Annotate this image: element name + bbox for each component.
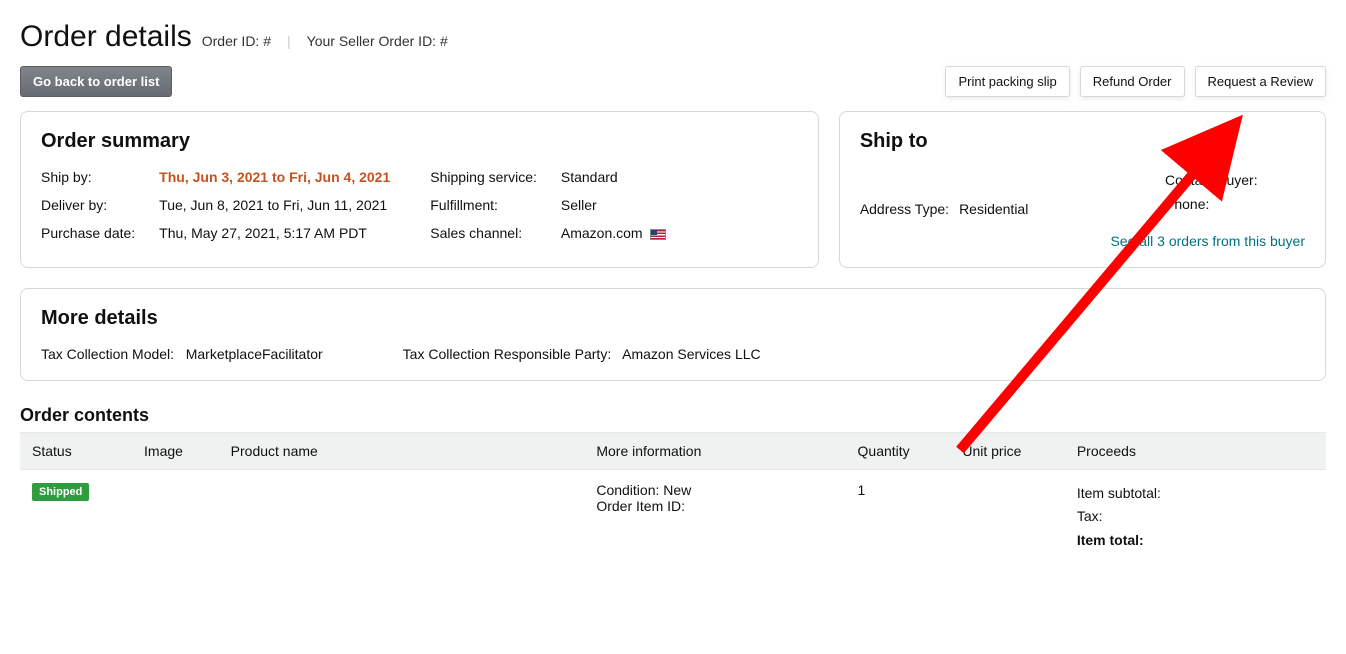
seller-order-id-label: Your Seller Order ID: # xyxy=(307,33,448,49)
col-image: Image xyxy=(132,432,219,469)
ship-to-panel: Ship to Address Type: Residential Contac… xyxy=(839,111,1326,268)
order-item-id-line: Order Item ID: xyxy=(596,498,833,514)
cell-proceeds: Item subtotal: Tax: Item total: xyxy=(1065,469,1326,565)
request-review-button[interactable]: Request a Review xyxy=(1195,66,1327,97)
refund-order-button[interactable]: Refund Order xyxy=(1080,66,1185,97)
item-subtotal-label: Item subtotal: xyxy=(1077,482,1314,506)
ship-by-value: Thu, Jun 3, 2021 to Fri, Jun 4, 2021 xyxy=(159,169,390,185)
col-more-info: More information xyxy=(584,432,845,469)
fulfillment-label: Fulfillment: xyxy=(430,197,537,213)
address-type-value: Residential xyxy=(959,201,1028,217)
col-status: Status xyxy=(20,432,132,469)
order-contents-heading: Order contents xyxy=(20,405,1326,426)
shipping-service-label: Shipping service: xyxy=(430,169,537,185)
deliver-by-value: Tue, Jun 8, 2021 to Fri, Jun 11, 2021 xyxy=(159,197,390,213)
deliver-by-label: Deliver by: xyxy=(41,197,135,213)
more-details-panel: More details Tax Collection Model: Marke… xyxy=(20,288,1326,381)
us-flag-icon xyxy=(650,229,666,240)
table-row: Shipped Condition: New Order Item ID: 1 … xyxy=(20,469,1326,565)
see-all-orders-link[interactable]: See all 3 orders from this buyer xyxy=(1110,233,1305,249)
col-proceeds: Proceeds xyxy=(1065,432,1326,469)
more-details-heading: More details xyxy=(41,307,1305,330)
col-unit-price: Unit price xyxy=(950,432,1064,469)
status-badge: Shipped xyxy=(32,483,89,501)
ship-to-heading: Ship to xyxy=(860,130,1305,153)
fulfillment-value: Seller xyxy=(561,197,667,213)
ship-by-label: Ship by: xyxy=(41,169,135,185)
table-header-row: Status Image Product name More informati… xyxy=(20,432,1326,469)
cell-quantity: 1 xyxy=(846,469,951,565)
cell-more-info: Condition: New Order Item ID: xyxy=(584,469,845,565)
cell-product-name xyxy=(219,469,585,565)
back-to-order-list-button[interactable]: Go back to order list xyxy=(20,66,172,97)
sales-channel-value: Amazon.com xyxy=(561,225,667,241)
address-type-label: Address Type: xyxy=(860,201,949,217)
purchase-date-label: Purchase date: xyxy=(41,225,135,241)
item-total-label: Item total: xyxy=(1077,529,1314,553)
tax-responsible-party-value: Amazon Services LLC xyxy=(622,346,761,362)
print-packing-slip-button[interactable]: Print packing slip xyxy=(945,66,1069,97)
toolbar: Go back to order list Print packing slip… xyxy=(20,66,1326,97)
order-contents-table: Status Image Product name More informati… xyxy=(20,432,1326,565)
contact-buyer-label: Contact Buyer: xyxy=(1165,169,1305,193)
sales-channel-text: Amazon.com xyxy=(561,225,643,241)
cell-unit-price xyxy=(950,469,1064,565)
tax-collection-model-label: Tax Collection Model: xyxy=(41,346,174,362)
order-summary-panel: Order summary Ship by: Thu, Jun 3, 2021 … xyxy=(20,111,819,268)
cell-image xyxy=(132,469,219,565)
page-title: Order details xyxy=(20,20,192,54)
tax-collection-model-value: MarketplaceFacilitator xyxy=(186,346,323,362)
order-id-label: Order ID: # xyxy=(202,33,271,49)
shipping-service-value: Standard xyxy=(561,169,667,185)
purchase-date-value: Thu, May 27, 2021, 5:17 AM PDT xyxy=(159,225,390,241)
action-buttons: Print packing slip Refund Order Request … xyxy=(945,66,1326,97)
phone-label: Phone: xyxy=(1165,193,1305,217)
header: Order details Order ID: # | Your Seller … xyxy=(20,20,1326,54)
tax-line-label: Tax: xyxy=(1077,505,1314,529)
condition-line: Condition: New xyxy=(596,482,833,498)
order-summary-heading: Order summary xyxy=(41,130,798,153)
tax-responsible-party-label: Tax Collection Responsible Party: xyxy=(403,346,612,362)
sales-channel-label: Sales channel: xyxy=(430,225,537,241)
divider: | xyxy=(287,33,291,49)
col-product-name: Product name xyxy=(219,432,585,469)
col-quantity: Quantity xyxy=(846,432,951,469)
